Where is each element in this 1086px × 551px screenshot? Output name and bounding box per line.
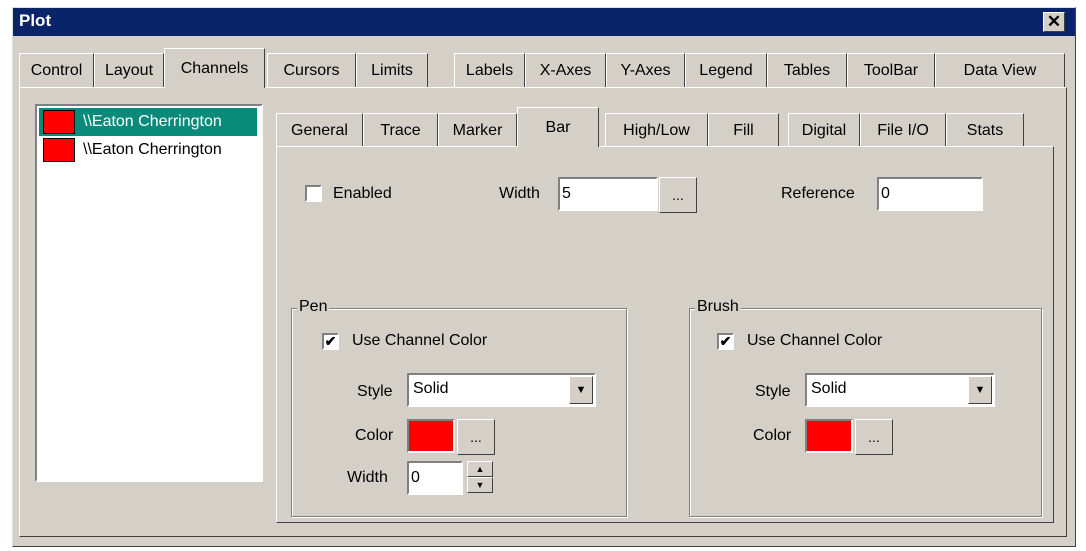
tab-label: ToolBar — [863, 61, 919, 79]
pen-use-channel-color-label: Use Channel Color — [352, 332, 488, 349]
subtab-file-io[interactable]: File I/O — [860, 113, 946, 147]
tab-label: Layout — [104, 61, 154, 79]
tab-toolbar[interactable]: ToolBar — [847, 53, 935, 87]
brush-use-channel-color-label: Use Channel Color — [747, 332, 883, 349]
reference-value: 0 — [881, 185, 890, 202]
list-item[interactable]: \\Eaton Cherrington — [39, 108, 257, 136]
subtab-marker[interactable]: Marker — [438, 113, 517, 147]
tab-channels[interactable]: Channels — [164, 48, 265, 88]
tab-x-axes[interactable]: X-Axes — [525, 53, 606, 87]
brush-group-label: Brush — [695, 298, 741, 316]
dropdown-glyph: ▼ — [974, 384, 986, 396]
tab-limits[interactable]: Limits — [356, 53, 428, 87]
subtab-high-low[interactable]: High/Low — [605, 113, 708, 147]
subtab-trace[interactable]: Trace — [363, 113, 438, 147]
tab-data-view[interactable]: Data View — [935, 53, 1065, 87]
channel-name: \\Eaton Cherrington — [83, 113, 222, 130]
tab-label: Marker — [452, 121, 503, 139]
width-browse-button[interactable]: ... — [659, 177, 697, 213]
reference-input[interactable]: 0 — [877, 177, 983, 211]
close-button[interactable]: ✔ ✕ — [1043, 12, 1065, 32]
tab-label: Data View — [963, 61, 1037, 79]
tab-label: High/Low — [623, 121, 690, 139]
ellipsis-label: ... — [470, 429, 482, 445]
pen-width-value: 0 — [411, 469, 420, 486]
tab-label: General — [291, 121, 348, 139]
tab-control[interactable]: Control — [19, 53, 94, 87]
tab-label: Digital — [801, 121, 847, 139]
tab-label: X-Axes — [539, 61, 592, 79]
channel-name: \\Eaton Cherrington — [83, 141, 222, 158]
tab-label: Fill — [733, 121, 754, 139]
brush-color-swatch[interactable] — [805, 419, 853, 453]
title-bar: Plot ✔ ✕ — [13, 8, 1075, 36]
tab-label: File I/O — [877, 121, 929, 139]
tab-y-axes[interactable]: Y-Axes — [606, 53, 685, 87]
spin-down-button[interactable]: ▼ — [467, 477, 493, 493]
enabled-checkbox[interactable] — [305, 185, 322, 202]
ellipsis-label: ... — [672, 187, 684, 203]
tab-label: Y-Axes — [620, 61, 671, 79]
tab-label: Legend — [699, 61, 753, 79]
window-title: Plot — [19, 11, 52, 30]
channel-color-swatch — [43, 138, 75, 162]
dropdown-arrow-icon[interactable]: ▼ — [968, 376, 992, 404]
spin-down-icon: ▼ — [475, 480, 485, 490]
tab-label: Stats — [966, 121, 1004, 139]
tab-label: Cursors — [283, 61, 340, 79]
tab-label: Bar — [545, 118, 571, 136]
tab-layout[interactable]: Layout — [94, 53, 164, 87]
plot-dialog: Plot ✔ ✕ Control Layout Channels Cursors… — [12, 7, 1076, 547]
enabled-label: Enabled — [333, 185, 392, 202]
subtab-bar[interactable]: Bar — [517, 107, 599, 147]
tab-label: Limits — [371, 61, 413, 79]
ellipsis-label: ... — [868, 429, 880, 445]
brush-style-label: Style — [755, 383, 791, 400]
brush-color-label: Color — [753, 427, 792, 444]
list-item[interactable]: \\Eaton Cherrington — [39, 136, 257, 164]
tab-label: Trace — [380, 121, 421, 139]
spin-up-button[interactable]: ▲ — [467, 461, 493, 477]
pen-style-select[interactable]: Solid ▼ — [407, 373, 596, 407]
brush-style-value: Solid — [811, 380, 847, 397]
check-icon: ✔ — [719, 333, 732, 349]
pen-width-input[interactable]: 0 — [407, 461, 463, 495]
pen-width-label: Width — [347, 469, 388, 486]
tab-legend[interactable]: Legend — [685, 53, 767, 87]
tab-label: Control — [30, 61, 83, 79]
channels-panel: \\Eaton Cherrington \\Eaton Cherrington … — [19, 87, 1067, 537]
subtab-stats[interactable]: Stats — [946, 113, 1024, 147]
pen-style-label: Style — [357, 383, 393, 400]
subtab-general[interactable]: General — [276, 113, 363, 147]
tab-label: Channels — [180, 59, 249, 77]
channel-color-swatch — [43, 110, 75, 134]
brush-style-select[interactable]: Solid ▼ — [805, 373, 995, 407]
pen-color-browse-button[interactable]: ... — [457, 419, 495, 455]
brush-color-browse-button[interactable]: ... — [855, 419, 893, 455]
bar-panel: Enabled Width 5 ... Reference 0 Pen ✔ Us… — [276, 146, 1054, 523]
channel-list[interactable]: \\Eaton Cherrington \\Eaton Cherrington — [35, 104, 263, 482]
tab-cursors[interactable]: Cursors — [267, 53, 356, 87]
spin-up-icon: ▲ — [475, 464, 485, 474]
reference-label: Reference — [781, 185, 855, 202]
subtab-fill[interactable]: Fill — [708, 113, 779, 147]
subtab-digital[interactable]: Digital — [788, 113, 860, 147]
width-value: 5 — [562, 185, 571, 202]
dropdown-arrow-icon[interactable]: ▼ — [569, 376, 593, 404]
width-input[interactable]: 5 — [558, 177, 658, 211]
width-label: Width — [499, 185, 540, 202]
brush-use-channel-color-checkbox[interactable]: ✔ — [717, 333, 734, 350]
check-icon: ✔ — [324, 333, 337, 349]
tab-label: Labels — [465, 61, 514, 79]
pen-style-value: Solid — [413, 380, 449, 397]
pen-color-label: Color — [355, 427, 394, 444]
tab-label: Tables — [783, 61, 831, 79]
close-glyph: ✕ — [1046, 12, 1062, 31]
tab-tables[interactable]: Tables — [767, 53, 847, 87]
pen-group-label: Pen — [297, 298, 330, 316]
pen-color-swatch[interactable] — [407, 419, 455, 453]
tab-labels[interactable]: Labels — [454, 53, 525, 87]
dropdown-glyph: ▼ — [575, 384, 587, 396]
pen-use-channel-color-checkbox[interactable]: ✔ — [322, 333, 339, 350]
